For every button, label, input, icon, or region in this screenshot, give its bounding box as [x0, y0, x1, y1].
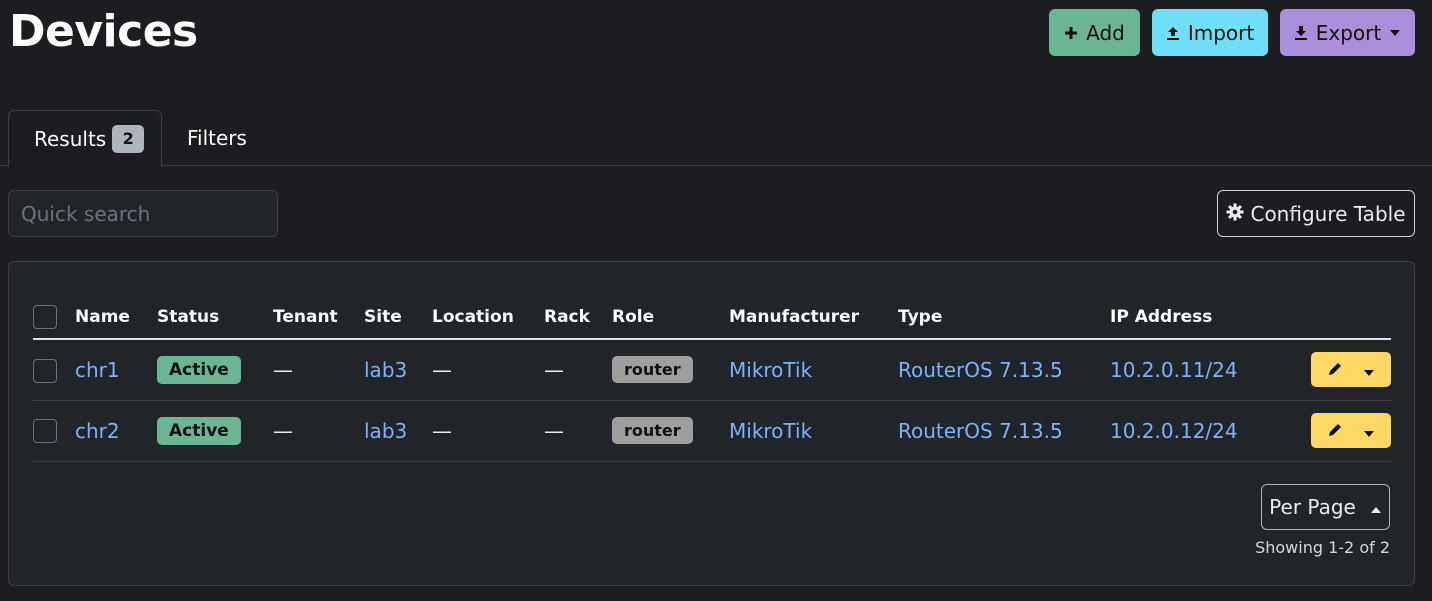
manufacturer-link[interactable]: MikroTik	[729, 419, 812, 443]
export-button-label: Export	[1315, 20, 1382, 45]
column-header-role[interactable]: Role	[612, 295, 729, 340]
column-header-site[interactable]: Site	[364, 295, 432, 340]
tenant-value: —	[273, 357, 293, 382]
device-type-link[interactable]: RouterOS 7.13.5	[898, 358, 1063, 382]
row-select-cell	[33, 400, 75, 462]
site-link[interactable]: lab3	[364, 419, 407, 443]
download-icon	[1294, 25, 1308, 41]
tab-filters[interactable]: Filters	[187, 110, 247, 166]
caret-down-icon[interactable]	[1363, 358, 1375, 382]
row-actions-button-group	[1311, 352, 1391, 388]
column-header-type[interactable]: Type	[898, 295, 1110, 340]
export-button[interactable]: Export	[1280, 9, 1415, 56]
header-actions: Add Import Export	[1049, 9, 1415, 56]
column-header-tenant[interactable]: Tenant	[273, 295, 364, 340]
row-actions-button-group	[1311, 413, 1391, 448]
results-card: Name Status Tenant Site Location Rack Ro…	[8, 261, 1415, 586]
add-button-label: Add	[1086, 20, 1125, 45]
table-row: chr1 Active — lab3 — — router MikroTik R…	[33, 339, 1391, 401]
devices-table: Name Status Tenant Site Location Rack Ro…	[33, 295, 1391, 462]
caret-up-icon	[1370, 495, 1382, 519]
column-header-ip-address[interactable]: IP Address	[1110, 295, 1304, 340]
per-page-label: Per Page	[1269, 495, 1356, 519]
location-value: —	[432, 357, 452, 382]
tab-results-label: Results	[34, 126, 107, 151]
per-page-dropdown[interactable]: Per Page	[1261, 484, 1390, 530]
configure-table-label: Configure Table	[1250, 201, 1406, 226]
edit-pencil-icon[interactable]	[1327, 419, 1343, 443]
table-header-row: Name Status Tenant Site Location Rack Ro…	[33, 295, 1391, 340]
configure-table-button[interactable]: Configure Table	[1217, 190, 1415, 237]
row-checkbox[interactable]	[33, 419, 57, 444]
results-count-badge: 2	[112, 124, 145, 153]
caret-down-icon	[1389, 29, 1401, 37]
add-button[interactable]: Add	[1049, 9, 1140, 56]
caret-down-icon[interactable]	[1363, 419, 1375, 443]
plus-icon	[1064, 26, 1078, 40]
quick-search-input[interactable]	[8, 190, 278, 237]
status-badge: Active	[157, 355, 241, 384]
row-select-cell	[33, 339, 75, 401]
table-row: chr2 Active — lab3 — — router MikroTik R…	[33, 400, 1391, 462]
site-link[interactable]: lab3	[364, 358, 407, 382]
device-name-link[interactable]: chr1	[75, 358, 120, 382]
column-header-status[interactable]: Status	[157, 295, 273, 340]
row-checkbox[interactable]	[33, 358, 57, 383]
tab-filters-label: Filters	[187, 126, 247, 150]
tab-results[interactable]: Results 2	[8, 110, 162, 167]
column-header-name[interactable]: Name	[75, 295, 157, 340]
rack-value: —	[544, 357, 564, 382]
import-button[interactable]: Import	[1152, 9, 1268, 56]
location-value: —	[432, 418, 452, 443]
import-button-label: Import	[1187, 20, 1255, 45]
column-header-rack[interactable]: Rack	[544, 295, 612, 340]
device-type-link[interactable]: RouterOS 7.13.5	[898, 419, 1063, 443]
rack-value: —	[544, 418, 564, 443]
role-badge[interactable]: router	[612, 356, 693, 384]
column-header-location[interactable]: Location	[432, 295, 544, 340]
page-title: Devices	[9, 6, 198, 57]
column-header-actions	[1304, 295, 1391, 340]
tab-bar: Results 2 Filters	[0, 110, 1432, 167]
column-header-manufacturer[interactable]: Manufacturer	[729, 295, 898, 340]
tenant-value: —	[273, 418, 293, 443]
pagination-summary: Showing 1-2 of 2	[1255, 538, 1390, 557]
ip-address-link[interactable]: 10.2.0.12/24	[1110, 419, 1238, 443]
status-badge: Active	[157, 416, 241, 445]
edit-pencil-icon[interactable]	[1327, 358, 1343, 382]
upload-icon	[1166, 25, 1180, 41]
select-all-checkbox[interactable]	[33, 304, 57, 329]
ip-address-link[interactable]: 10.2.0.11/24	[1110, 358, 1238, 382]
device-name-link[interactable]: chr2	[75, 419, 120, 443]
select-all-cell	[33, 295, 75, 340]
gear-icon	[1226, 202, 1244, 226]
role-badge[interactable]: router	[612, 417, 693, 444]
manufacturer-link[interactable]: MikroTik	[729, 358, 812, 382]
